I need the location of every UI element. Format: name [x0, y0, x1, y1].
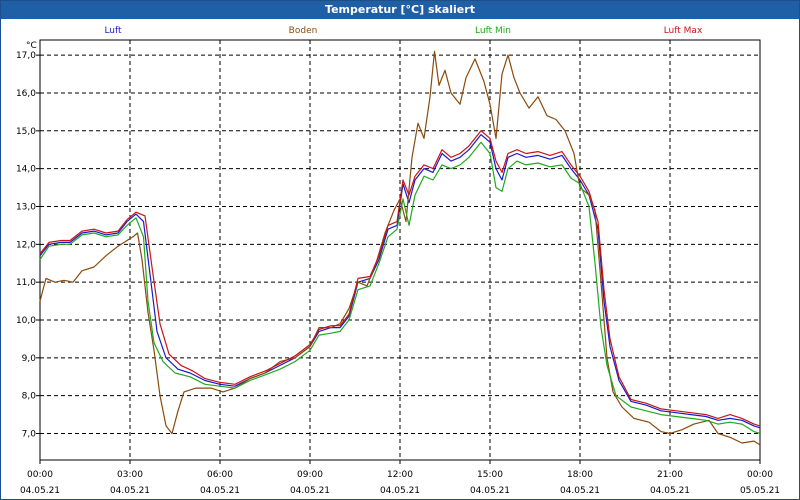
y-axis-label: °C	[26, 41, 37, 51]
y-tick-label: 16,0	[16, 89, 36, 99]
x-tick-time: 21:00	[657, 470, 683, 480]
x-tick-time: 09:00	[297, 470, 323, 480]
x-tick-time: 18:00	[567, 470, 593, 480]
x-tick-time: 15:00	[477, 470, 503, 480]
legend-entry-luft: Luft	[104, 26, 122, 36]
x-tick-date: 04.05.21	[470, 486, 510, 496]
y-tick-label: 14,0	[16, 165, 36, 175]
y-tick-label: 13,0	[16, 202, 36, 212]
y-tick-label: 9,0	[22, 354, 37, 364]
legend-entry-luft-max: Luft Max	[664, 26, 703, 36]
legend-entry-boden: Boden	[289, 26, 318, 36]
x-tick-date: 04.05.21	[650, 486, 690, 496]
x-tick-date: 04.05.21	[290, 486, 330, 496]
x-axis-ticks: 00:00 04.05.21 03:00 04.05.21 06:00 04.05.21 0…	[20, 460, 780, 496]
y-axis-ticks: 7,0 8,0 9,0 10,0 11,0 12,0 13,0 14,0 15,0 16,0 17,…	[16, 51, 40, 440]
x-tick-date: 04.05.21	[200, 486, 240, 496]
legend: Luft Boden Luft Min Luft Max	[104, 26, 703, 36]
x-tick-date: 04.05.21	[20, 486, 60, 496]
y-tick-label: 17,0	[16, 51, 36, 61]
y-tick-label: 8,0	[22, 392, 37, 402]
x-tick-time: 00:00	[27, 470, 53, 480]
x-tick-date: 04.05.21	[380, 486, 420, 496]
legend-entry-luft-min: Luft Min	[475, 26, 511, 36]
x-tick-time: 00:00	[747, 470, 773, 480]
temperature-chart: 7,0 8,0 9,0 10,0 11,0 12,0 13,0 14,0 15,0 16,0 17,…	[16, 26, 780, 496]
x-tick-time: 06:00	[207, 470, 233, 480]
x-tick-time: 03:00	[117, 470, 143, 480]
y-tick-label: 7,0	[22, 430, 37, 440]
x-tick-date: 04.05.21	[110, 486, 150, 496]
x-tick-time: 12:00	[387, 470, 413, 480]
y-tick-label: 11,0	[16, 278, 36, 288]
y-tick-label: 15,0	[16, 127, 36, 137]
y-tick-label: 12,0	[16, 240, 36, 250]
y-tick-label: 10,0	[16, 316, 36, 326]
x-tick-date: 05.05.21	[740, 486, 780, 496]
x-tick-date: 04.05.21	[560, 486, 600, 496]
